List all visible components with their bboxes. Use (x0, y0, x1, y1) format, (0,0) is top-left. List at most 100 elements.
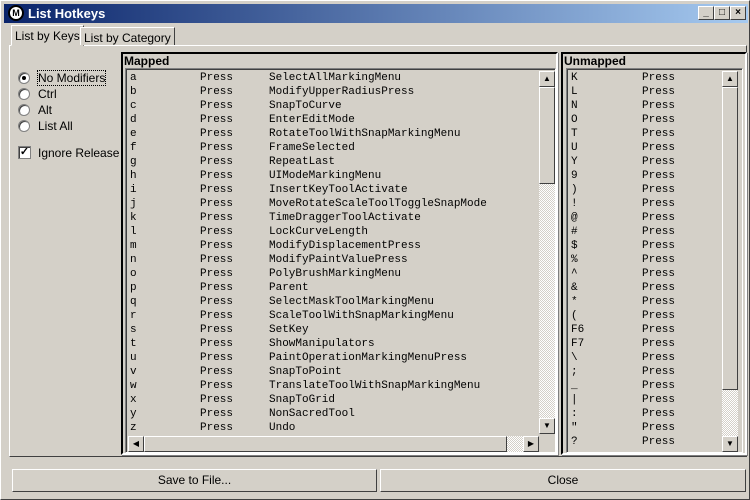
title-bar[interactable]: M List Hotkeys _ □ × (4, 4, 748, 23)
unmapped-vertical-scrollbar[interactable]: ▲ ▼ (722, 71, 738, 452)
close-button[interactable]: Close (380, 469, 746, 492)
table-row[interactable]: e Press RotateToolWithSnapMarkingMenu (126, 128, 536, 142)
table-row[interactable]: T Press (567, 128, 717, 142)
table-row[interactable]: x Press SnapToGrid (126, 394, 536, 408)
table-row[interactable]: t Press ShowManipulators (126, 338, 536, 352)
close-window-button[interactable]: × (730, 6, 746, 20)
action-cell: Press (200, 240, 234, 252)
table-row[interactable]: & Press (567, 282, 717, 296)
table-row[interactable]: 9 Press (567, 170, 717, 184)
table-row[interactable]: w Press TranslateToolWithSnapMarkingMenu (126, 380, 536, 394)
table-row[interactable]: a Press SelectAllMarkingMenu (126, 72, 536, 86)
modifier-radio-alt[interactable] (18, 104, 30, 116)
key-cell: # (571, 226, 578, 238)
key-cell: x (130, 394, 137, 406)
key-cell: & (571, 282, 578, 294)
table-row[interactable]: $ Press (567, 240, 717, 254)
table-row[interactable]: Y Press (567, 156, 717, 170)
table-row[interactable]: g Press RepeatLast (126, 156, 536, 170)
scroll-up-arrow-icon[interactable]: ▲ (539, 71, 555, 87)
table-row[interactable]: # Press (567, 226, 717, 240)
mapped-horizontal-scrollbar[interactable]: ◀ ▶ (128, 436, 539, 452)
table-row[interactable]: N Press (567, 100, 717, 114)
modifier-radio-ctrl[interactable] (18, 88, 30, 100)
modifier-radio-list-all[interactable] (18, 120, 30, 132)
mapped-vertical-scrollbar[interactable]: ▲ ▼ (539, 71, 555, 434)
table-row[interactable]: j Press MoveRotateScaleToolToggleSnapMode (126, 198, 536, 212)
modifier-label[interactable]: Ctrl (38, 87, 57, 101)
table-row[interactable]: o Press PolyBrushMarkingMenu (126, 268, 536, 282)
table-row[interactable]: ? Press (567, 436, 717, 450)
table-row[interactable]: ; Press (567, 366, 717, 380)
scroll-down-arrow-icon[interactable]: ▼ (539, 418, 555, 434)
table-row[interactable]: d Press EnterEditMode (126, 114, 536, 128)
table-row[interactable]: z Press Undo (126, 422, 536, 436)
scroll-up-arrow-icon[interactable]: ▲ (722, 71, 738, 87)
table-row[interactable]: i Press InsertKeyToolActivate (126, 184, 536, 198)
action-cell: Press (200, 380, 234, 392)
table-row[interactable]: % Press (567, 254, 717, 268)
table-row[interactable]: p Press Parent (126, 282, 536, 296)
table-row[interactable]: h Press UIModeMarkingMenu (126, 170, 536, 184)
action-cell: Press (642, 240, 676, 252)
scrollbar-thumb[interactable] (144, 436, 507, 452)
maximize-button[interactable]: □ (714, 6, 730, 20)
table-row[interactable]: m Press ModifyDisplacementPress (126, 240, 536, 254)
table-row[interactable]: v Press SnapToPoint (126, 366, 536, 380)
table-row[interactable]: u Press PaintOperationMarkingMenuPress (126, 352, 536, 366)
table-row[interactable]: K Press (567, 72, 717, 86)
table-row[interactable]: y Press NonSacredTool (126, 408, 536, 422)
tab-list-by-category[interactable]: List by Category (80, 27, 175, 45)
action-cell: Press (200, 268, 234, 280)
key-cell: O (571, 114, 578, 126)
table-row[interactable]: ) Press (567, 184, 717, 198)
minimize-button[interactable]: _ (698, 6, 714, 20)
table-row[interactable]: L Press (567, 86, 717, 100)
save-to-file-button[interactable]: Save to File... (12, 469, 377, 492)
table-row[interactable]: q Press SelectMaskToolMarkingMenu (126, 296, 536, 310)
modifier-radio-no-modifiers[interactable] (18, 72, 30, 84)
table-row[interactable]: l Press LockCurveLength (126, 226, 536, 240)
mapped-list[interactable]: a Press SelectAllMarkingMenu b Press ModifyUp… (125, 68, 556, 453)
table-row[interactable]: | Press (567, 394, 717, 408)
table-row[interactable]: : Press (567, 408, 717, 422)
table-row[interactable]: c Press SnapToCurve (126, 100, 536, 114)
table-row[interactable]: ^ Press (567, 268, 717, 282)
table-row[interactable]: F6 Press (567, 324, 717, 338)
table-row[interactable]: b Press ModifyUpperRadiusPress (126, 86, 536, 100)
action-cell: Press (642, 422, 676, 434)
table-row[interactable]: U Press (567, 142, 717, 156)
key-cell: o (130, 268, 137, 280)
modifier-label[interactable]: No Modifiers (36, 70, 107, 86)
command-cell: ShowManipulators (269, 338, 375, 350)
list-hotkeys-window: M List Hotkeys _ □ × List by Keys List b… (0, 0, 750, 500)
table-row[interactable]: " Press (567, 422, 717, 436)
table-row[interactable]: O Press (567, 114, 717, 128)
scrollbar-thumb[interactable] (539, 87, 555, 184)
tab-list-by-keys[interactable]: List by Keys (11, 25, 84, 46)
action-cell: Press (200, 282, 234, 294)
table-row[interactable]: n Press ModifyPaintValuePress (126, 254, 536, 268)
table-row[interactable]: s Press SetKey (126, 324, 536, 338)
table-row[interactable]: @ Press (567, 212, 717, 226)
table-row[interactable]: * Press (567, 296, 717, 310)
unmapped-list[interactable]: K Press L Press N Press O Press T Press U Press Y Pre… (566, 68, 743, 453)
scroll-down-arrow-icon[interactable]: ▼ (722, 436, 738, 452)
table-row[interactable]: \ Press (567, 352, 717, 366)
command-cell: ScaleToolWithSnapMarkingMenu (269, 310, 454, 322)
modifier-label[interactable]: List All (38, 119, 73, 133)
action-cell: Press (642, 310, 676, 322)
scroll-right-arrow-icon[interactable]: ▶ (523, 436, 539, 452)
table-row[interactable]: _ Press (567, 380, 717, 394)
scroll-left-arrow-icon[interactable]: ◀ (128, 436, 144, 452)
table-row[interactable]: (Press (567, 310, 717, 324)
table-row[interactable]: ! Press (567, 198, 717, 212)
ignore-release-checkbox[interactable]: ✓ (18, 146, 31, 159)
table-row[interactable]: F7 Press (567, 338, 717, 352)
scrollbar-thumb[interactable] (722, 87, 738, 390)
modifier-label[interactable]: Alt (38, 103, 52, 117)
command-cell: NonSacredTool (269, 408, 355, 420)
table-row[interactable]: k Press TimeDraggerToolActivate (126, 212, 536, 226)
table-row[interactable]: f Press FrameSelected (126, 142, 536, 156)
table-row[interactable]: r Press ScaleToolWithSnapMarkingMenu (126, 310, 536, 324)
